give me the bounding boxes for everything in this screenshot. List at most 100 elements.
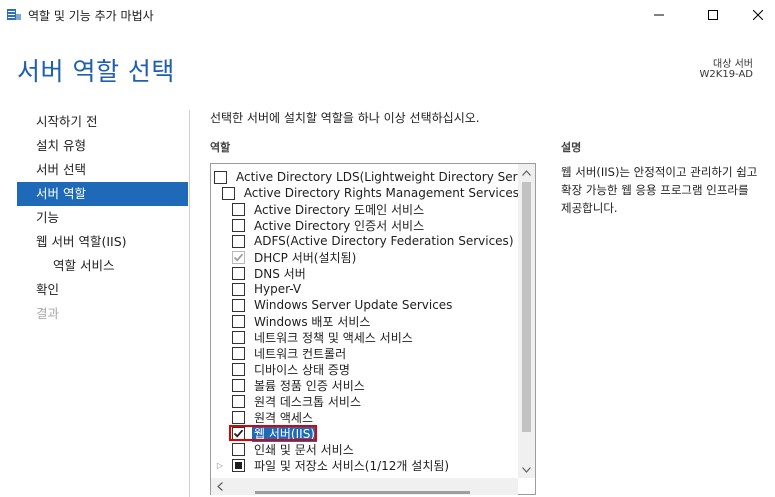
role-checkbox[interactable] bbox=[232, 314, 245, 328]
role-checkbox[interactable] bbox=[232, 378, 245, 392]
checkmark-icon bbox=[233, 253, 244, 262]
chevron-left-icon bbox=[216, 482, 223, 491]
row-indent bbox=[211, 297, 229, 313]
role-checkbox[interactable] bbox=[232, 202, 245, 216]
role-label: 인쇄 및 문서 서비스 bbox=[254, 442, 354, 457]
role-checkbox[interactable] bbox=[232, 282, 245, 296]
row-indent bbox=[211, 393, 229, 409]
row-indent bbox=[211, 329, 229, 345]
nav-item-installation-type[interactable]: 설치 유형 bbox=[17, 134, 188, 158]
instruction-text: 선택한 서버에 설치할 역할을 하나 이상 선택하십시오. bbox=[210, 111, 480, 125]
nav-item-server-roles[interactable]: 서버 역할 bbox=[17, 182, 188, 206]
role-label: Windows Server Update Services bbox=[254, 298, 453, 312]
role-item[interactable]: Windows Server Update Services bbox=[211, 297, 519, 313]
role-item[interactable]: 원격 데스크톱 서비스 bbox=[211, 393, 519, 409]
role-checkbox[interactable] bbox=[232, 442, 245, 456]
role-label: Active Directory Rights Management Servi… bbox=[243, 186, 519, 200]
horizontal-scroll-thumb[interactable] bbox=[255, 491, 470, 494]
nav-item-confirmation[interactable]: 확인 bbox=[17, 278, 188, 302]
nav-item-features[interactable]: 기능 bbox=[17, 206, 188, 230]
roles-list[interactable]: Active Directory LDS(Lightweight Directo… bbox=[210, 163, 536, 495]
role-item[interactable]: 네트워크 컨트롤러 bbox=[211, 345, 519, 361]
role-checkbox[interactable] bbox=[214, 170, 227, 184]
title-bar: 역할 및 기능 추가 마법사 bbox=[0, 0, 775, 30]
role-item[interactable]: ▷ 파일 및 저장소 서비스(1/12개 설치됨) bbox=[211, 457, 519, 473]
role-label: 웹 서버(IIS) bbox=[252, 424, 317, 442]
row-indent bbox=[211, 265, 229, 281]
role-checkbox[interactable] bbox=[232, 394, 245, 408]
scroll-left-button[interactable] bbox=[211, 478, 228, 495]
role-item[interactable]: Active Directory 인증서 서비스 bbox=[211, 217, 519, 233]
row-indent bbox=[211, 281, 229, 297]
role-item[interactable]: 볼륨 정품 인증 서비스 bbox=[211, 377, 519, 393]
maximize-button[interactable] bbox=[690, 0, 736, 30]
role-label: 원격 액세스 bbox=[254, 410, 314, 425]
chevron-up-icon bbox=[522, 169, 531, 176]
row-indent bbox=[211, 217, 229, 233]
role-item[interactable]: Active Directory Rights Management Servi… bbox=[211, 185, 519, 201]
close-button[interactable] bbox=[735, 0, 775, 30]
roles-list-items: Active Directory LDS(Lightweight Directo… bbox=[211, 169, 535, 473]
role-item[interactable]: Hyper-V bbox=[211, 281, 519, 297]
role-label: Windows 배포 서비스 bbox=[254, 314, 371, 329]
role-checkbox[interactable] bbox=[232, 330, 245, 344]
role-checkbox[interactable] bbox=[232, 234, 245, 248]
role-checkbox[interactable] bbox=[232, 218, 245, 232]
role-checkbox bbox=[232, 250, 245, 264]
role-checkbox[interactable] bbox=[232, 410, 245, 424]
role-item[interactable]: 네트워크 정책 및 액세스 서비스 bbox=[211, 329, 519, 345]
target-server-name: W2K19-AD bbox=[699, 69, 753, 80]
window-title: 역할 및 기능 추가 마법사 bbox=[28, 9, 154, 23]
description-text: 웹 서버(IIS)는 안정적이고 관리하기 쉽고 확장 가능한 웹 응용 프로그… bbox=[561, 165, 758, 215]
role-checkbox[interactable] bbox=[232, 362, 245, 376]
role-label: 네트워크 정책 및 액세스 서비스 bbox=[254, 330, 413, 345]
target-server-label: 대상 서버 bbox=[713, 59, 753, 70]
roles-list-vertical-scrollbar[interactable] bbox=[518, 164, 535, 478]
nav-item-role-services[interactable]: 역할 서비스 bbox=[17, 254, 188, 278]
role-label: Active Directory 인증서 서비스 bbox=[254, 218, 425, 233]
scroll-down-button[interactable] bbox=[518, 461, 535, 478]
row-indent bbox=[211, 233, 229, 249]
role-label: Active Directory LDS(Lightweight Directo… bbox=[236, 170, 536, 184]
nav-item-server-selection[interactable]: 서버 선택 bbox=[17, 158, 188, 182]
role-checkbox[interactable] bbox=[221, 186, 235, 200]
checkmark-icon bbox=[233, 429, 244, 438]
row-indent bbox=[211, 377, 229, 393]
role-checkbox[interactable] bbox=[232, 266, 245, 280]
nav-item-results: 결과 bbox=[36, 306, 60, 321]
roles-list-horizontal-scrollbar[interactable] bbox=[211, 478, 518, 495]
role-label: 원격 데스크톱 서비스 bbox=[254, 394, 361, 409]
row-indent bbox=[211, 409, 229, 425]
close-icon bbox=[753, 10, 763, 20]
row-indent bbox=[211, 313, 229, 329]
role-checkbox[interactable] bbox=[232, 298, 245, 312]
minimize-button[interactable] bbox=[636, 0, 682, 30]
role-item[interactable]: Active Directory LDS(Lightweight Directo… bbox=[211, 169, 535, 185]
nav-item-web-server-role[interactable]: 웹 서버 역할(IIS) bbox=[17, 230, 188, 254]
role-item[interactable]: 디바이스 상태 증명 bbox=[211, 361, 519, 377]
chevron-down-icon bbox=[522, 466, 531, 473]
role-label: DNS 서버 bbox=[254, 266, 306, 281]
role-checkbox[interactable] bbox=[232, 426, 245, 440]
role-label: Hyper-V bbox=[254, 282, 302, 296]
server-manager-icon bbox=[6, 6, 22, 22]
role-item[interactable]: Windows 배포 서비스 bbox=[211, 313, 519, 329]
role-item[interactable]: DHCP 서버(설치됨) bbox=[211, 249, 519, 265]
role-item[interactable]: DNS 서버 bbox=[211, 265, 519, 281]
role-item[interactable]: 인쇄 및 문서 서비스 bbox=[211, 441, 519, 457]
role-label: DHCP 서버(설치됨) bbox=[254, 250, 357, 265]
description-heading: 설명 bbox=[561, 141, 582, 154]
role-item[interactable]: Active Directory 도메인 서비스 bbox=[211, 201, 519, 217]
role-label: ADFS(Active Directory Federation Service… bbox=[254, 234, 514, 248]
role-checkbox[interactable] bbox=[232, 346, 245, 360]
nav-item-before-you-begin[interactable]: 시작하기 전 bbox=[17, 110, 188, 134]
expand-arrow-icon[interactable]: ▷ bbox=[211, 457, 229, 473]
minimize-icon bbox=[654, 14, 664, 16]
role-item[interactable]: ADFS(Active Directory Federation Service… bbox=[211, 233, 519, 249]
scroll-thumb[interactable] bbox=[522, 182, 531, 432]
role-item[interactable]: 웹 서버(IIS) bbox=[211, 424, 519, 442]
role-item[interactable]: 원격 액세스 bbox=[211, 409, 519, 425]
row-indent bbox=[211, 345, 229, 361]
scroll-up-button[interactable] bbox=[518, 164, 535, 181]
role-checkbox[interactable] bbox=[232, 458, 245, 472]
